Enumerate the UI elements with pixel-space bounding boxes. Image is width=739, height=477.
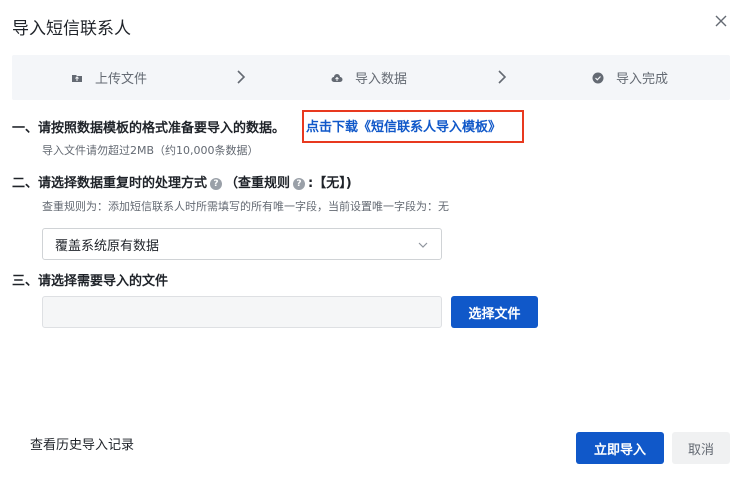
cloud-upload-icon — [331, 72, 343, 84]
choose-file-button[interactable]: 选择文件 — [451, 296, 538, 328]
section1-title: 一、请按照数据模板的格式准备要导入的数据。 — [12, 121, 286, 136]
folder-icon — [71, 72, 83, 84]
chevron-down-icon — [418, 242, 428, 248]
import-history-link[interactable]: 查看历史导入记录 — [30, 434, 134, 453]
select-value: 覆盖系统原有数据 — [55, 238, 160, 254]
step-label: 导入完成 — [616, 72, 669, 87]
section2-hint: 查重规则为：添加短信联系人时所需填写的所有唯一字段，当前设置唯一字段为：无 — [42, 200, 449, 213]
file-path-input[interactable] — [42, 296, 442, 328]
chevron-right-icon — [498, 70, 507, 84]
cancel-button[interactable]: 取消 — [672, 432, 730, 464]
step-import: 导入数据 — [331, 55, 407, 100]
step-upload: 上传文件 — [71, 55, 147, 100]
step-label: 导入数据 — [355, 72, 408, 87]
rule-value: :【无】) — [308, 176, 352, 191]
duplicate-handling-select[interactable]: 覆盖系统原有数据 — [42, 228, 442, 260]
check-circle-icon — [592, 72, 604, 84]
download-template-link[interactable]: 点击下载《短信联系人导入模板》 — [306, 116, 501, 135]
section2-title: 二、请选择数据重复时的处理方式? （查重规则?:【无】) — [12, 172, 352, 191]
import-dialog: 导入短信联系人 上传文件 导入数据 导入完成 一、请按照数据模板的格式准备要导入… — [0, 0, 739, 477]
help-icon[interactable]: ? — [293, 178, 306, 190]
section1-hint: 导入文件请勿超过2MB（约10,000条数据） — [42, 144, 259, 157]
dialog-title: 导入短信联系人 — [12, 19, 131, 39]
step-label: 上传文件 — [95, 72, 148, 87]
section3-title: 三、请选择需要导入的文件 — [12, 274, 169, 289]
help-icon[interactable]: ? — [210, 178, 223, 190]
chevron-right-icon — [237, 70, 246, 84]
section2-title-text: 二、请选择数据重复时的处理方式 — [12, 176, 208, 191]
step-complete: 导入完成 — [592, 55, 668, 100]
import-now-button[interactable]: 立即导入 — [576, 432, 664, 464]
rule-label: （查重规则 — [225, 176, 291, 191]
steps-bar: 上传文件 导入数据 导入完成 — [12, 55, 730, 100]
close-icon[interactable] — [713, 13, 729, 29]
